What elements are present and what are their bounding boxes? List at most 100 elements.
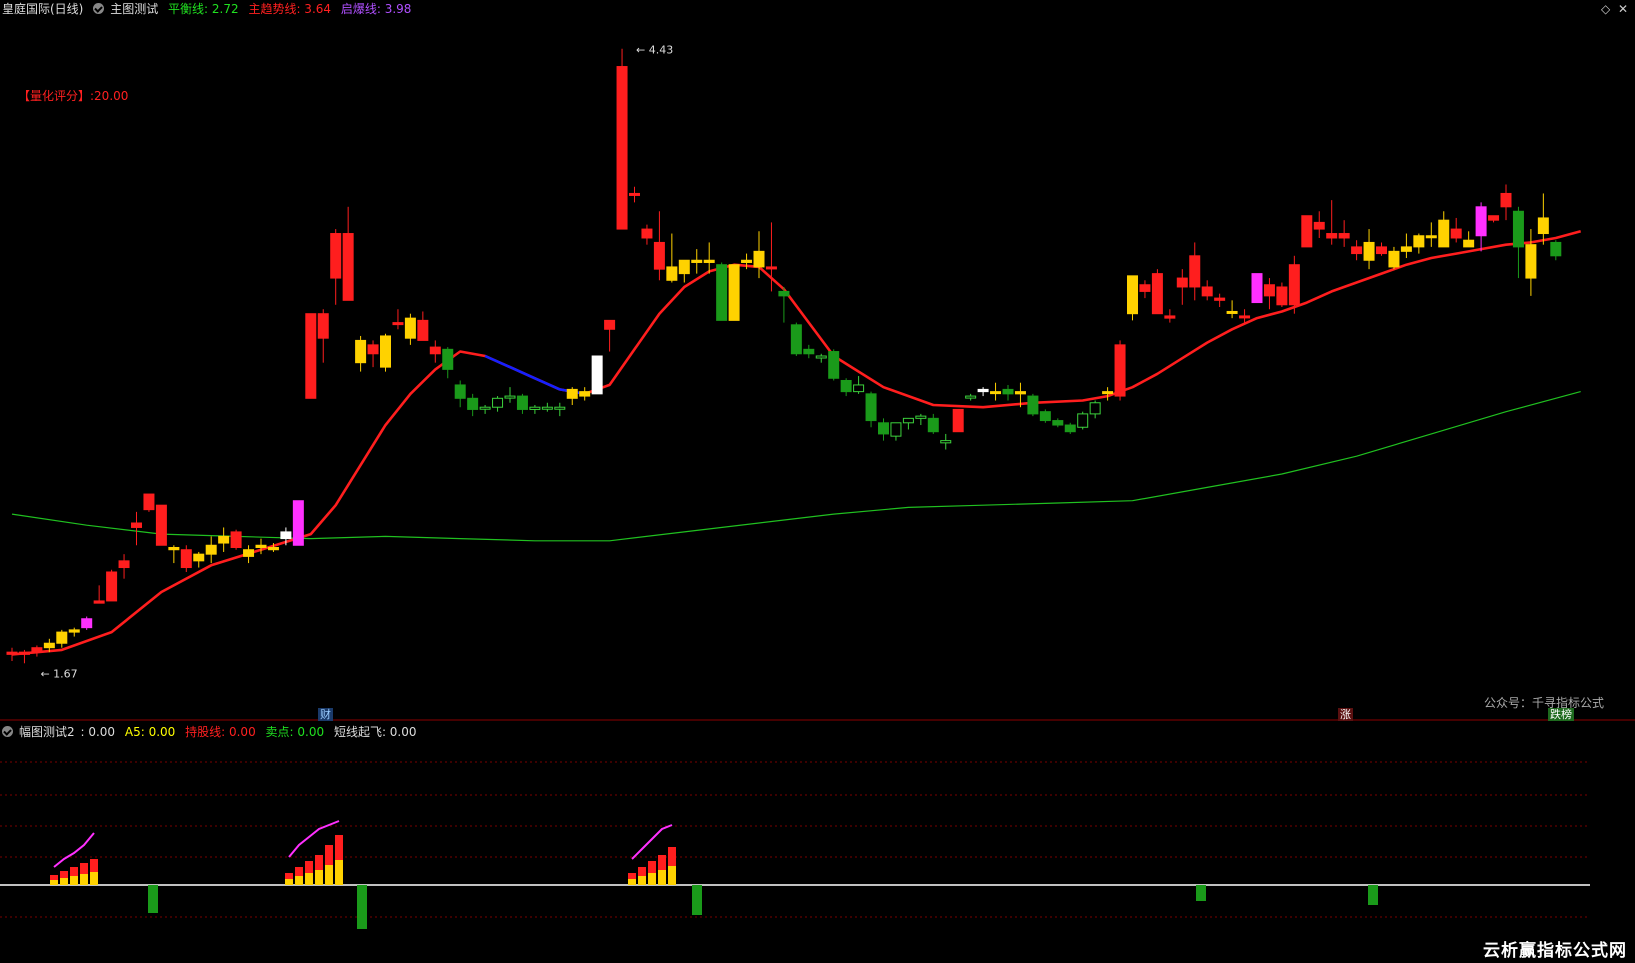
candle-body bbox=[1450, 228, 1462, 239]
candle-body bbox=[143, 493, 155, 511]
series-line-1 bbox=[11, 230, 1582, 656]
candle-body bbox=[205, 544, 217, 555]
candle-body bbox=[392, 322, 404, 326]
candle-body bbox=[529, 406, 541, 410]
candle-body bbox=[716, 264, 728, 321]
sub-bar-red bbox=[90, 859, 98, 872]
sub-bar-yellow bbox=[315, 870, 323, 885]
main-indicator-name[interactable]: 主图测试 bbox=[110, 2, 158, 16]
candle-body bbox=[118, 560, 130, 569]
candle-body bbox=[6, 651, 18, 655]
candle-body bbox=[454, 384, 466, 399]
candle-body bbox=[292, 500, 304, 546]
sub-bar-yellow bbox=[295, 876, 303, 885]
sub-bar-green bbox=[1196, 885, 1206, 901]
stock-title[interactable]: 皇庭国际(日线) bbox=[2, 2, 83, 16]
badge-zhang[interactable]: 涨 bbox=[1338, 708, 1353, 721]
candle-body bbox=[1164, 315, 1176, 319]
sub-bar-red bbox=[668, 847, 676, 866]
sub-bar-red bbox=[315, 855, 323, 870]
sub-bar-yellow bbox=[325, 865, 333, 885]
candle-body bbox=[404, 317, 416, 339]
sub-bar-yellow bbox=[60, 878, 68, 885]
candle-body bbox=[927, 417, 939, 433]
candle-body bbox=[1376, 246, 1387, 255]
candle-body bbox=[1226, 310, 1238, 314]
candle-body bbox=[504, 395, 516, 399]
candle-body bbox=[541, 406, 553, 410]
candle-body bbox=[1313, 221, 1325, 230]
candle-body bbox=[616, 66, 628, 230]
candle-body bbox=[579, 391, 591, 397]
sub-bar-red bbox=[285, 873, 293, 879]
candle-body bbox=[1064, 424, 1076, 433]
balance-line-value: 平衡线: 2.72 bbox=[168, 2, 239, 16]
candle-body bbox=[1139, 284, 1151, 292]
sub-bar-yellow bbox=[628, 879, 636, 885]
sub-bar-red bbox=[648, 861, 656, 873]
sub-bar-green bbox=[1368, 885, 1378, 905]
series-line-2 bbox=[484, 354, 585, 396]
candle-body bbox=[1276, 286, 1288, 306]
diamond-icon[interactable]: ◇ bbox=[1601, 2, 1610, 16]
sub-bar-green bbox=[692, 885, 702, 915]
candle-body bbox=[43, 642, 55, 649]
candle-body bbox=[653, 241, 665, 270]
sub-settings-icon[interactable] bbox=[2, 726, 13, 737]
sub-value-a5: A5: 0.00 bbox=[124, 725, 176, 739]
candle-body bbox=[68, 629, 80, 633]
sub-bar-red bbox=[80, 863, 88, 874]
candle-body bbox=[1077, 413, 1089, 428]
sub-bar-red bbox=[628, 873, 636, 879]
candle-body bbox=[280, 531, 292, 540]
sub-indicator-name[interactable]: 幅图测试2 bbox=[19, 725, 75, 739]
sub-value-sell: 卖点: 0.00 bbox=[265, 725, 325, 739]
sub-header: 幅图测试2 : 0.00 A5: 0.00 持股线: 0.00 卖点: 0.00… bbox=[2, 724, 423, 740]
trend-line-value: 主趋势线: 3.64 bbox=[248, 2, 332, 16]
settings-toggle-icon[interactable] bbox=[93, 3, 105, 14]
candle-body bbox=[1189, 255, 1201, 288]
sub-bar-red bbox=[70, 867, 78, 876]
sub-bar-yellow bbox=[50, 880, 58, 885]
candle-body bbox=[1475, 206, 1487, 237]
candle-body bbox=[952, 408, 964, 433]
candle-body bbox=[1425, 235, 1437, 239]
candle-body bbox=[1114, 344, 1126, 397]
candle-body bbox=[417, 319, 429, 341]
sub-bar-red bbox=[335, 835, 343, 860]
sub-bar-yellow bbox=[648, 873, 656, 885]
watermark: 公众号：千寻指标公式 bbox=[1484, 696, 1605, 710]
candle-body bbox=[890, 422, 902, 437]
sub-bar-red bbox=[638, 867, 646, 876]
candle-body bbox=[1488, 215, 1500, 221]
candle-body bbox=[1500, 192, 1512, 208]
candle-body bbox=[666, 266, 678, 281]
candle-body bbox=[604, 319, 616, 330]
candle-body bbox=[106, 571, 118, 602]
badge-cai[interactable]: 财 bbox=[318, 708, 333, 721]
sub-bar-yellow bbox=[285, 879, 293, 885]
candle-body bbox=[1550, 241, 1562, 257]
sub-bar-red bbox=[50, 875, 58, 880]
candle-body bbox=[678, 259, 690, 275]
candle-body bbox=[1525, 244, 1537, 279]
candle-body bbox=[193, 553, 205, 562]
candle-body bbox=[815, 355, 827, 359]
sub-bar-yellow bbox=[80, 874, 88, 885]
candle-body bbox=[243, 549, 255, 557]
candle-body bbox=[467, 397, 479, 410]
candle-body bbox=[977, 388, 989, 393]
sub-bar-green bbox=[148, 885, 158, 913]
candle-body bbox=[1102, 391, 1114, 395]
candle-body bbox=[1151, 273, 1163, 315]
candle-body bbox=[641, 228, 653, 239]
badge-diebang[interactable]: 跌榜 bbox=[1548, 708, 1574, 721]
candle-body bbox=[1251, 273, 1263, 304]
candle-body bbox=[566, 388, 578, 399]
candle-body bbox=[81, 618, 93, 629]
ignite-line-value: 启爆线: 3.98 bbox=[340, 2, 412, 16]
close-icon[interactable]: ✕ bbox=[1618, 2, 1628, 16]
candle-body bbox=[1027, 395, 1039, 415]
candle-body bbox=[741, 259, 753, 263]
sub-line-magenta bbox=[631, 824, 673, 860]
